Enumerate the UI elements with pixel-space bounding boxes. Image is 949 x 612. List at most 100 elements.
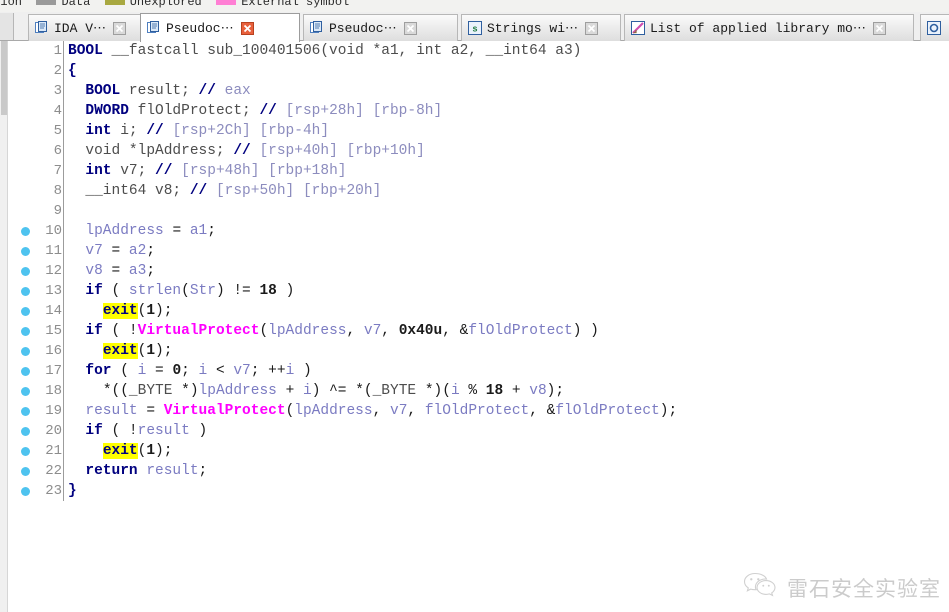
code-line-text[interactable] [64, 201, 949, 221]
breakpoint-dot-icon[interactable] [21, 307, 30, 316]
breakpoint-dot-icon[interactable] [21, 367, 30, 376]
breakpoint-dot-icon[interactable] [21, 487, 30, 496]
breakpoint-dot-icon[interactable] [21, 267, 30, 276]
code-line[interactable]: 9 [9, 201, 949, 221]
code-line-text[interactable]: int i; // [rsp+2Ch] [rbp-4h] [64, 121, 949, 141]
code-line[interactable]: 14 exit(1); [9, 301, 949, 321]
line-number-gutter[interactable]: 4 [9, 101, 64, 121]
code-line[interactable]: 15 if ( !VirtualProtect(lpAddress, v7, 0… [9, 321, 949, 341]
line-number-gutter[interactable]: 15 [9, 321, 64, 341]
code-line-text[interactable]: lpAddress = a1; [64, 221, 949, 241]
tab-pseudocode-active[interactable]: Pseudoc⋯ [140, 13, 300, 42]
line-number-gutter[interactable]: 17 [9, 361, 64, 381]
close-icon[interactable] [585, 21, 599, 35]
breakpoint-dot-icon[interactable] [21, 247, 30, 256]
code-line[interactable]: 7 int v7; // [rsp+48h] [rbp+18h] [9, 161, 949, 181]
line-number-gutter[interactable]: 11 [9, 241, 64, 261]
line-number: 6 [53, 143, 62, 159]
tab-bar[interactable]: IDA V⋯ Pseudoc⋯ Pseudoc⋯ s Strings wi⋯ L… [0, 12, 949, 42]
code-line[interactable]: 17 for ( i = 0; i < v7; ++i ) [9, 361, 949, 381]
line-number-gutter[interactable]: 12 [9, 261, 64, 281]
line-number-gutter[interactable]: 23 [9, 481, 64, 501]
code-line[interactable]: 6 void *lpAddress; // [rsp+40h] [rbp+10h… [9, 141, 949, 161]
code-line-text[interactable]: } [64, 481, 949, 501]
scrollbar-thumb[interactable] [1, 41, 7, 115]
breakpoint-dot-icon[interactable] [21, 467, 30, 476]
line-number-gutter[interactable]: 22 [9, 461, 64, 481]
line-number-gutter[interactable]: 5 [9, 121, 64, 141]
line-number-gutter[interactable]: 2 [9, 61, 64, 81]
tab-label: IDA V⋯ [54, 20, 107, 36]
line-number-gutter[interactable]: 8 [9, 181, 64, 201]
breakpoint-dot-icon[interactable] [21, 387, 30, 396]
code-line[interactable]: 3 BOOL result; // eax [9, 81, 949, 101]
code-line-text[interactable]: exit(1); [64, 441, 949, 461]
line-number-gutter[interactable]: 13 [9, 281, 64, 301]
breakpoint-dot-icon[interactable] [21, 427, 30, 436]
line-number-gutter[interactable]: 16 [9, 341, 64, 361]
code-line[interactable]: 19 result = VirtualProtect(lpAddress, v7… [9, 401, 949, 421]
code-line-text[interactable]: if ( strlen(Str) != 18 ) [64, 281, 949, 301]
line-number-gutter[interactable]: 6 [9, 141, 64, 161]
code-line-text[interactable]: int v7; // [rsp+48h] [rbp+18h] [64, 161, 949, 181]
pseudocode-view[interactable]: 1 BOOL __fastcall sub_100401506(void *a1,… [9, 41, 949, 612]
line-number-gutter[interactable]: 20 [9, 421, 64, 441]
code-line-text[interactable]: void *lpAddress; // [rsp+40h] [rbp+10h] [64, 141, 949, 161]
tab-pseudocode-2[interactable]: Pseudoc⋯ [303, 14, 458, 41]
code-line-text[interactable]: BOOL __fastcall sub_100401506(void *a1, … [64, 41, 949, 61]
breakpoint-dot-icon[interactable] [21, 347, 30, 356]
line-number-gutter[interactable]: 3 [9, 81, 64, 101]
close-icon[interactable] [403, 21, 417, 35]
pane-scrollbar-left[interactable] [0, 41, 8, 612]
line-number-gutter[interactable]: 18 [9, 381, 64, 401]
code-line-text[interactable]: { [64, 61, 949, 81]
close-icon[interactable] [240, 21, 254, 35]
code-line[interactable]: 13 if ( strlen(Str) != 18 ) [9, 281, 949, 301]
line-number-gutter[interactable]: 14 [9, 301, 64, 321]
code-line[interactable]: 12 v8 = a3; [9, 261, 949, 281]
line-number-gutter[interactable]: 1 [9, 41, 64, 61]
code-line-text[interactable]: if ( !VirtualProtect(lpAddress, v7, 0x40… [64, 321, 949, 341]
code-line[interactable]: 21 exit(1); [9, 441, 949, 461]
tab-strings-window[interactable]: s Strings wi⋯ [461, 14, 621, 41]
code-line[interactable]: 10 lpAddress = a1; [9, 221, 949, 241]
code-line-text[interactable]: __int64 v8; // [rsp+50h] [rbp+20h] [64, 181, 949, 201]
code-line[interactable]: 2{ [9, 61, 949, 81]
close-icon[interactable] [872, 21, 886, 35]
code-line[interactable]: 4 DWORD flOldProtect; // [rsp+28h] [rbp-… [9, 101, 949, 121]
code-line-text[interactable]: if ( !result ) [64, 421, 949, 441]
code-line-text[interactable]: *((_BYTE *)lpAddress + i) ^= *(_BYTE *)(… [64, 381, 949, 401]
code-line-text[interactable]: exit(1); [64, 301, 949, 321]
line-number-gutter[interactable]: 21 [9, 441, 64, 461]
code-line[interactable]: 18 *((_BYTE *)lpAddress + i) ^= *(_BYTE … [9, 381, 949, 401]
line-number-gutter[interactable]: 7 [9, 161, 64, 181]
code-line[interactable]: 1 BOOL __fastcall sub_100401506(void *a1,… [9, 41, 949, 61]
close-icon[interactable] [113, 21, 127, 35]
tab-scroll-left-button[interactable] [0, 13, 14, 40]
code-line-text[interactable]: v8 = a3; [64, 261, 949, 281]
breakpoint-dot-icon[interactable] [21, 227, 30, 236]
code-line[interactable]: 16 exit(1); [9, 341, 949, 361]
code-line[interactable]: 22 return result; [9, 461, 949, 481]
code-line[interactable]: 20 if ( !result ) [9, 421, 949, 441]
breakpoint-dot-icon[interactable] [21, 327, 30, 336]
code-line[interactable]: 23} [9, 481, 949, 501]
breakpoint-dot-icon[interactable] [21, 447, 30, 456]
line-number-gutter[interactable]: 9 [9, 201, 64, 221]
code-line-text[interactable]: return result; [64, 461, 949, 481]
breakpoint-dot-icon[interactable] [21, 407, 30, 416]
tab-applied-library-modules[interactable]: List of applied library mo⋯ [624, 14, 914, 41]
breakpoint-dot-icon[interactable] [21, 287, 30, 296]
code-line-text[interactable]: BOOL result; // eax [64, 81, 949, 101]
code-line[interactable]: 11 v7 = a2; [9, 241, 949, 261]
tab-partial-next[interactable] [920, 14, 949, 41]
code-line-text[interactable]: DWORD flOldProtect; // [rsp+28h] [rbp-8h… [64, 101, 949, 121]
code-line[interactable]: 8 __int64 v8; // [rsp+50h] [rbp+20h] [9, 181, 949, 201]
code-line-text[interactable]: result = VirtualProtect(lpAddress, v7, f… [64, 401, 949, 421]
line-number-gutter[interactable]: 10 [9, 221, 64, 241]
code-line-text[interactable]: v7 = a2; [64, 241, 949, 261]
line-number-gutter[interactable]: 19 [9, 401, 64, 421]
code-line-text[interactable]: exit(1); [64, 341, 949, 361]
code-line[interactable]: 5 int i; // [rsp+2Ch] [rbp-4h] [9, 121, 949, 141]
code-line-text[interactable]: for ( i = 0; i < v7; ++i ) [64, 361, 949, 381]
